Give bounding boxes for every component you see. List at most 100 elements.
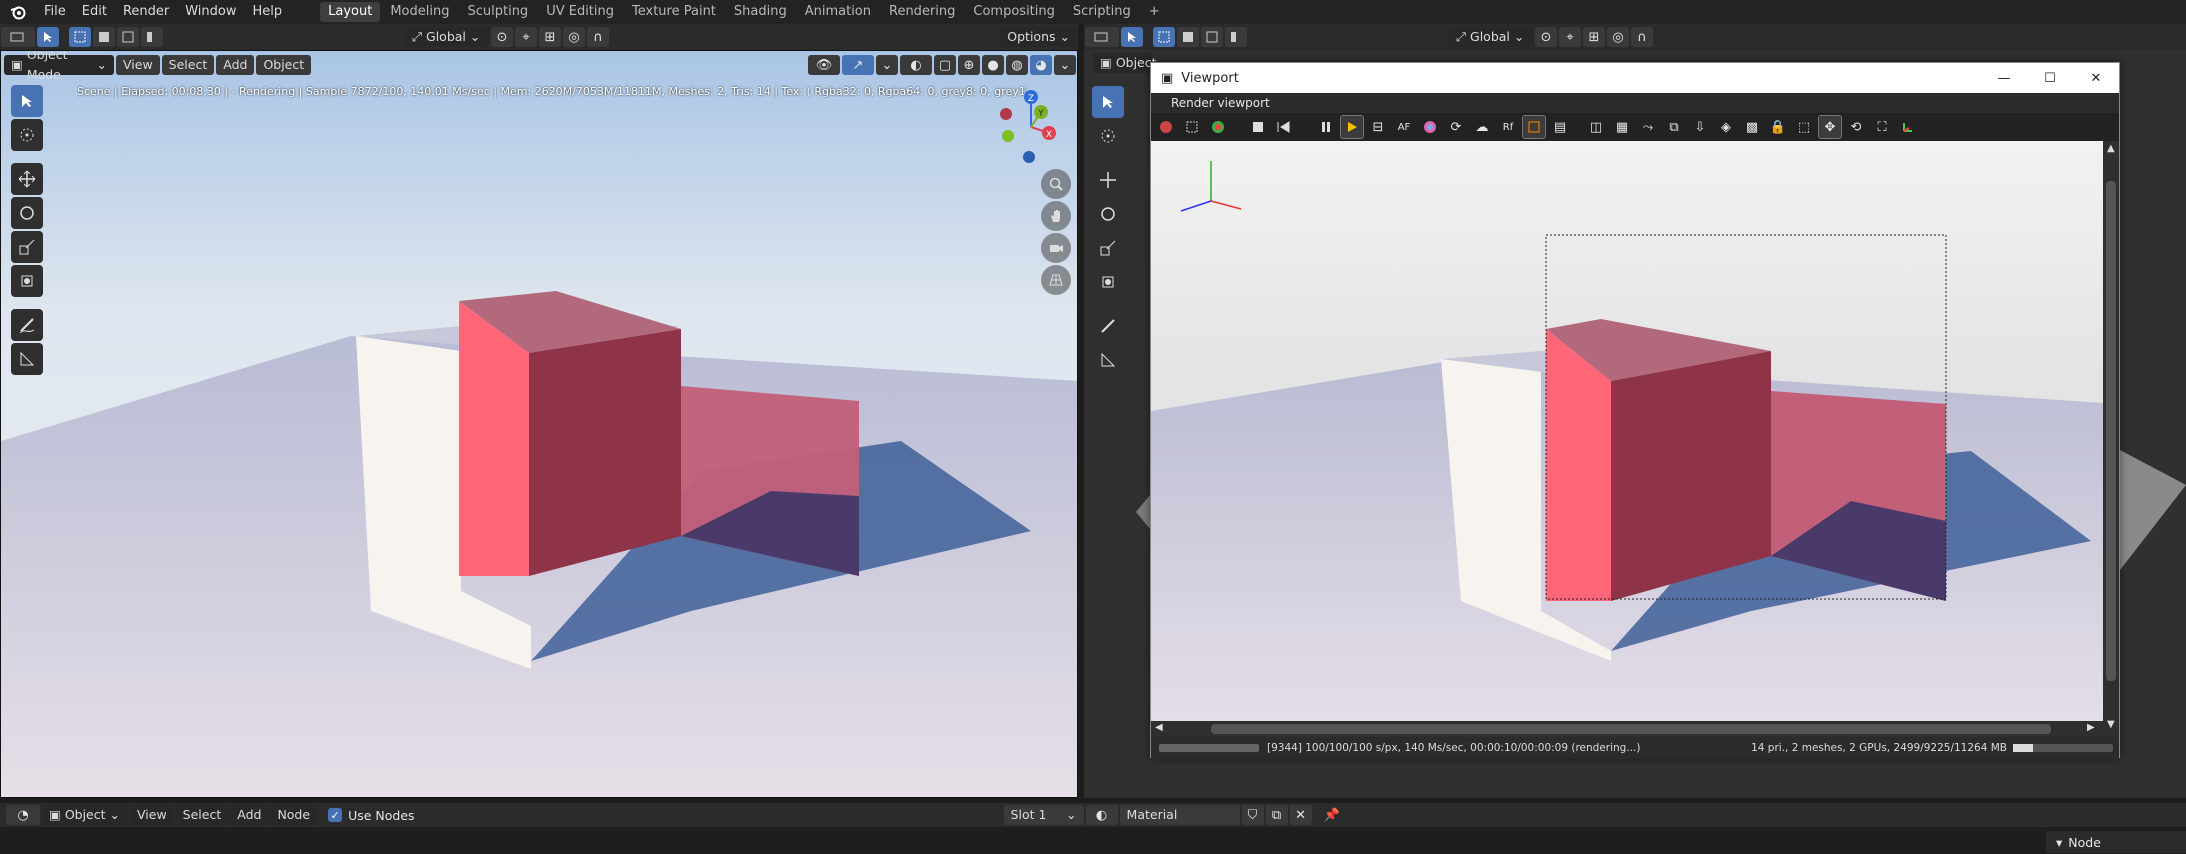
colorwheel-icon[interactable]	[1419, 116, 1441, 138]
measure-tool-icon[interactable]	[11, 343, 43, 375]
viewport-window-titlebar[interactable]: ▣ Viewport — ☐ ✕	[1151, 63, 2119, 93]
tab-modeling[interactable]: Modeling	[382, 2, 457, 22]
falloff-icon[interactable]: ∩	[587, 27, 609, 47]
rotate-icon[interactable]: ⟲	[1845, 116, 1867, 138]
cursor-tool-icon[interactable]	[11, 119, 43, 151]
orientation-dropdown[interactable]: ⤢ Global ⌄	[1449, 27, 1533, 47]
af-icon[interactable]: AF	[1393, 116, 1415, 138]
camera-view-icon[interactable]	[1041, 233, 1071, 263]
select-tool-icon[interactable]	[1121, 27, 1143, 47]
options-dropdown[interactable]: Options ⌄	[1000, 27, 1077, 47]
annotate-tool-icon[interactable]	[11, 309, 43, 341]
object-mode-dropdown-right[interactable]: ▣ Object	[1093, 53, 1157, 73]
import-icon[interactable]: ⇩	[1689, 116, 1711, 138]
grid-icon[interactable]: ▦	[1611, 116, 1633, 138]
vertical-scrollbar-thumb[interactable]	[2106, 181, 2116, 681]
select-invert-icon[interactable]	[1225, 27, 1247, 47]
overlay-toggle-icon[interactable]: ◐	[900, 55, 932, 75]
neg-y-axis-handle[interactable]	[1002, 130, 1014, 142]
grid-perspective-icon[interactable]	[1041, 265, 1071, 295]
scale-tool-icon[interactable]	[11, 231, 43, 263]
tab-shading[interactable]: Shading	[726, 2, 795, 22]
chevron-down-icon[interactable]: ⌄	[1054, 55, 1076, 75]
rendered-shading-icon[interactable]: ◕	[1030, 55, 1052, 75]
snap-icon[interactable]: ⌖	[515, 27, 537, 47]
node-menu[interactable]: Node	[270, 805, 318, 825]
select-menu[interactable]: Select	[175, 805, 229, 825]
select-box-tool-icon[interactable]	[1092, 86, 1124, 118]
select-subtract-icon[interactable]	[117, 27, 139, 47]
tab-scripting[interactable]: Scripting	[1065, 2, 1139, 22]
material-name-field[interactable]: Material	[1119, 805, 1240, 825]
select-new-icon[interactable]	[1153, 27, 1175, 47]
pivot-icon[interactable]: ⊙	[491, 27, 513, 47]
unlink-icon[interactable]: ✕	[1289, 805, 1312, 825]
menu-file[interactable]: File	[36, 0, 74, 24]
move-tool-icon[interactable]	[11, 163, 43, 195]
scroll-down-icon[interactable]: ▼	[2107, 719, 2115, 730]
scroll-up-icon[interactable]: ▲	[2107, 143, 2115, 154]
cursor-icon[interactable]: ⤳	[1637, 116, 1659, 138]
object-mode-dropdown[interactable]: ▣ Object Mode ⌄	[4, 51, 114, 82]
menu-window[interactable]: Window	[177, 0, 244, 24]
select-tool-icon[interactable]	[37, 27, 59, 47]
pause-icon[interactable]	[1315, 116, 1337, 138]
transform-tool-icon[interactable]	[1092, 266, 1124, 298]
minimize-icon[interactable]: —	[1981, 71, 2027, 86]
material-shading-icon[interactable]: ◍	[1006, 55, 1028, 75]
tab-sculpting[interactable]: Sculpting	[459, 2, 536, 22]
use-nodes-checkbox[interactable]: ✓	[328, 808, 343, 822]
axis-icon[interactable]	[1897, 116, 1919, 138]
select-menu[interactable]: Select	[161, 55, 215, 75]
film-icon[interactable]: ▤	[1549, 116, 1571, 138]
refresh-icon[interactable]: ⟳	[1445, 116, 1467, 138]
layers-icon[interactable]: ⧉	[1663, 116, 1685, 138]
move-icon[interactable]: ✥	[1818, 115, 1842, 139]
visibility-icon[interactable]: 👁	[808, 55, 840, 75]
snap-target-icon[interactable]: ⊞	[539, 27, 561, 47]
focus-icon[interactable]	[1522, 115, 1546, 139]
tab-layout[interactable]: Layout	[320, 2, 381, 22]
duplicate-material-icon[interactable]: ⧉	[1265, 805, 1288, 825]
play-icon[interactable]	[1340, 115, 1364, 139]
tab-compositing[interactable]: Compositing	[965, 2, 1063, 22]
close-icon[interactable]: ✕	[2073, 71, 2119, 86]
tab-animation[interactable]: Animation	[797, 2, 879, 22]
refl-icon[interactable]: Rf	[1497, 116, 1519, 138]
pan-hand-icon[interactable]	[1041, 201, 1071, 231]
blender-logo-icon[interactable]	[0, 0, 36, 24]
scale-tool-icon[interactable]	[1092, 232, 1124, 264]
render-viewport-menu[interactable]: Render viewport	[1171, 96, 1270, 110]
transform-tool-icon[interactable]	[11, 265, 43, 297]
falloff-icon[interactable]: ∩	[1631, 27, 1653, 47]
wireframe-shading-icon[interactable]: ⊕	[958, 55, 980, 75]
navigation-gizmo[interactable]: Z X Y	[991, 87, 1061, 177]
tab-rendering[interactable]: Rendering	[881, 2, 963, 22]
select-new-icon[interactable]	[69, 27, 91, 47]
region-icon[interactable]	[1181, 116, 1203, 138]
render-icon[interactable]	[1155, 116, 1177, 138]
tonemap-icon[interactable]: ⊟	[1367, 116, 1389, 138]
view-menu[interactable]: View	[116, 55, 160, 75]
fit-icon[interactable]: ⛶	[1871, 116, 1893, 138]
zoom-icon[interactable]	[1041, 169, 1071, 199]
select-extend-icon[interactable]	[1177, 27, 1199, 47]
add-menu[interactable]: Add	[216, 55, 255, 75]
gizmo-toggle-icon[interactable]: ↗	[842, 55, 874, 75]
material-browse-icon[interactable]: ◐	[1085, 805, 1118, 825]
pivot-icon[interactable]: ⊙	[1535, 27, 1557, 47]
measure-tool-icon[interactable]	[1092, 344, 1124, 376]
orientation-dropdown[interactable]: ⤢ Global ⌄	[405, 27, 489, 47]
shader-editor-canvas[interactable]: ▾ Node	[0, 827, 2186, 854]
tab-texture-paint[interactable]: Texture Paint	[624, 2, 724, 22]
editor-type-icon[interactable]	[1085, 27, 1119, 47]
cursor-tool-icon[interactable]	[1092, 120, 1124, 152]
annotate-tool-icon[interactable]	[1092, 310, 1124, 342]
camera-icon[interactable]: ◫	[1585, 116, 1607, 138]
select-box-tool-icon[interactable]	[11, 85, 43, 117]
horizontal-scrollbar-thumb[interactable]	[1211, 724, 2051, 734]
object-menu[interactable]: Object	[256, 55, 312, 75]
snap-icon[interactable]: ⌖	[1559, 27, 1581, 47]
rewind-icon[interactable]	[1273, 116, 1295, 138]
proportional-edit-icon[interactable]: ◎	[1607, 27, 1629, 47]
